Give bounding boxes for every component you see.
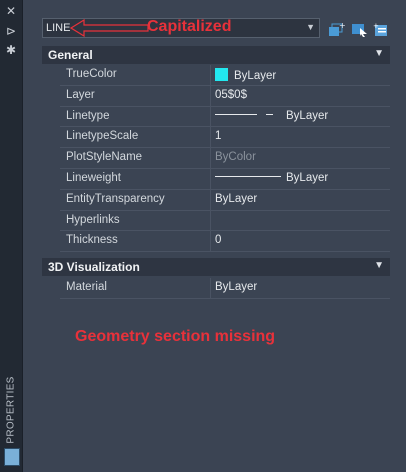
- property-row-lineweight[interactable]: Lineweight ByLayer: [60, 168, 390, 190]
- svg-text:+: +: [373, 22, 379, 30]
- linetype-value: ByLayer: [286, 109, 329, 122]
- general-properties-grid: TrueColor ByLayer Layer 05$0$ Linetype B…: [60, 65, 390, 253]
- property-row-entitytransparency[interactable]: EntityTransparency ByLayer: [60, 189, 390, 211]
- palette-icon[interactable]: [4, 448, 20, 466]
- pin-icon[interactable]: ⊳: [3, 24, 19, 38]
- property-row-linetypescale[interactable]: LinetypeScale 1: [60, 127, 390, 149]
- color-swatch: [215, 68, 228, 81]
- svg-text:+: +: [339, 22, 345, 30]
- property-row-truecolor[interactable]: TrueColor ByLayer: [60, 65, 390, 86]
- truecolor-value: ByLayer: [234, 70, 277, 82]
- lineweight-value: ByLayer: [286, 171, 329, 184]
- property-row-plotstylename[interactable]: PlotStyleName ByColor: [60, 148, 390, 169]
- object-toolbar: LINE ▼ Capitalized: [42, 18, 342, 40]
- quick-select-icon[interactable]: +: [328, 22, 345, 37]
- object-type-value: LINE: [46, 22, 71, 34]
- property-row-thickness[interactable]: Thickness 0: [60, 231, 390, 253]
- visualization-properties-grid: Material ByLayer: [60, 278, 390, 299]
- lineweight-preview: [215, 175, 281, 177]
- section-3d-visualization-header[interactable]: 3D Visualization ▼: [42, 258, 390, 276]
- properties-panel: LINE ▼ Capitalized + + General ▼ TrueCol…: [23, 0, 406, 472]
- chevron-down-icon: ▼: [306, 22, 315, 32]
- palette-title: PROPERTIES: [5, 376, 17, 444]
- gear-icon[interactable]: ✱: [3, 43, 19, 57]
- toggle-pickadd-icon[interactable]: +: [373, 22, 390, 37]
- annotation-label: Capitalized: [147, 18, 232, 35]
- property-row-material[interactable]: Material ByLayer: [60, 278, 390, 299]
- select-objects-icon[interactable]: [351, 22, 368, 37]
- left-rail: ✕ ⊳ ✱ PROPERTIES: [0, 0, 23, 472]
- property-row-hyperlinks[interactable]: Hyperlinks: [60, 210, 390, 232]
- section-general-header[interactable]: General ▼: [42, 46, 390, 64]
- collapse-icon[interactable]: ▼: [374, 48, 384, 59]
- property-row-layer[interactable]: Layer 05$0$: [60, 85, 390, 107]
- linetype-preview: [215, 113, 257, 115]
- collapse-icon[interactable]: ▼: [374, 260, 384, 271]
- annotation-note: Geometry section missing: [75, 328, 276, 345]
- close-icon[interactable]: ✕: [3, 4, 19, 18]
- annotation-arrow-icon: [70, 19, 149, 37]
- property-row-linetype[interactable]: Linetype ByLayer: [60, 106, 390, 128]
